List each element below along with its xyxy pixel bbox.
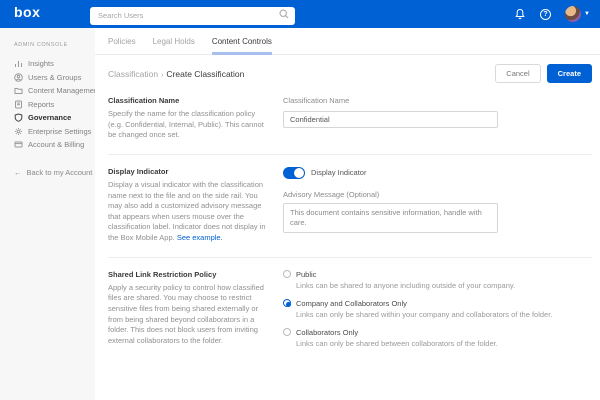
notifications-bell-icon[interactable] (513, 8, 526, 21)
radio-icon[interactable] (283, 328, 291, 337)
breadcrumb: Classification › Create Classification (108, 69, 244, 79)
cancel-button[interactable]: Cancel (495, 64, 541, 83)
page-header: Classification › Create Classification Can… (95, 55, 600, 90)
section-shared-link-policy: Shared Link Restriction Policy Apply a s… (108, 270, 592, 357)
folder-icon (14, 88, 23, 95)
see-example-link[interactable]: See example. (177, 233, 223, 242)
topbar-right-cluster: ? ▼ (513, 0, 590, 28)
radio-option-company-collaborators[interactable]: Company and Collaborators Only Links can… (283, 299, 592, 319)
chevron-down-icon: ▼ (584, 11, 590, 17)
display-indicator-toggle[interactable] (283, 166, 305, 179)
sidebar-item-account-billing[interactable]: Account & Billing (14, 138, 95, 152)
shield-icon (14, 113, 23, 123)
create-button[interactable]: Create (546, 64, 592, 83)
sidebar-item-governance[interactable]: Governance (14, 111, 95, 125)
main-content: Policies Legal Holds Content Controls Cl… (95, 28, 600, 400)
arrow-left-icon: ← (14, 167, 22, 177)
radio-icon-selected[interactable] (283, 299, 291, 308)
classification-name-input[interactable] (283, 111, 498, 128)
section-heading: Display Indicator (108, 166, 169, 176)
account-menu[interactable]: ▼ (565, 6, 590, 22)
divider (108, 153, 592, 155)
section-heading: Shared Link Restriction Policy (108, 269, 217, 279)
box-logo[interactable]: box (14, 4, 40, 20)
report-icon (15, 100, 22, 109)
help-icon[interactable]: ? (539, 8, 552, 21)
credit-card-icon (14, 141, 23, 148)
sidebar-section-label: ADMIN CONSOLE (14, 42, 68, 48)
gear-icon (15, 127, 22, 135)
tab-legal-holds[interactable]: Legal Holds (153, 37, 195, 55)
sidebar-item-users-groups[interactable]: Users & Groups (14, 71, 95, 85)
page-title: Create Classification (166, 68, 245, 79)
section-classification-name: Classification Name Specify the name for… (108, 96, 592, 141)
tab-content-controls[interactable]: Content Controls (211, 37, 272, 55)
avatar (565, 6, 582, 22)
back-to-account-link[interactable]: ← Back to my Account (14, 168, 95, 177)
search-icon (279, 9, 289, 19)
admin-sidebar: ADMIN CONSOLE Insights Users & Groups Co… (0, 28, 100, 400)
search-bar (90, 5, 295, 25)
top-bar: box ? ▼ (0, 0, 600, 28)
breadcrumb-parent[interactable]: Classification (108, 69, 158, 79)
toggle-label: Display Indicator (311, 168, 367, 178)
create-classification-form: Classification Name Specify the name for… (95, 90, 600, 357)
sidebar-item-reports[interactable]: Reports (14, 98, 95, 112)
section-description: Apply a security policy to control how c… (108, 282, 264, 345)
divider (108, 256, 592, 258)
tab-policies[interactable]: Policies (108, 37, 136, 55)
tab-bar: Policies Legal Holds Content Controls (95, 28, 600, 55)
radio-option-public[interactable]: Public Links can be shared to anyone inc… (283, 270, 592, 290)
section-display-indicator: Display Indicator Display a visual indic… (108, 166, 592, 244)
header-actions: Cancel Create (495, 64, 592, 83)
radio-icon[interactable] (283, 270, 291, 279)
sidebar-item-insights[interactable]: Insights (14, 57, 95, 71)
classification-name-label: Classification Name (283, 96, 350, 105)
section-description: Specify the name for the classification … (108, 109, 264, 140)
section-heading: Classification Name (108, 96, 180, 105)
advisory-message-label: Advisory Message (Optional) (283, 189, 380, 199)
sidebar-item-enterprise-settings[interactable]: Enterprise Settings (14, 125, 95, 139)
section-description: Display a visual indicator with the clas… (108, 179, 266, 243)
bar-chart-icon (15, 61, 22, 68)
sidebar-item-content-management[interactable]: Content Management (14, 84, 100, 98)
radio-option-collaborators-only[interactable]: Collaborators Only Links can only be sha… (283, 328, 592, 348)
advisory-message-textarea[interactable]: This document contains sensitive informa… (283, 202, 498, 233)
breadcrumb-separator: › (161, 71, 164, 79)
user-icon (14, 72, 23, 82)
search-input[interactable] (90, 6, 295, 25)
